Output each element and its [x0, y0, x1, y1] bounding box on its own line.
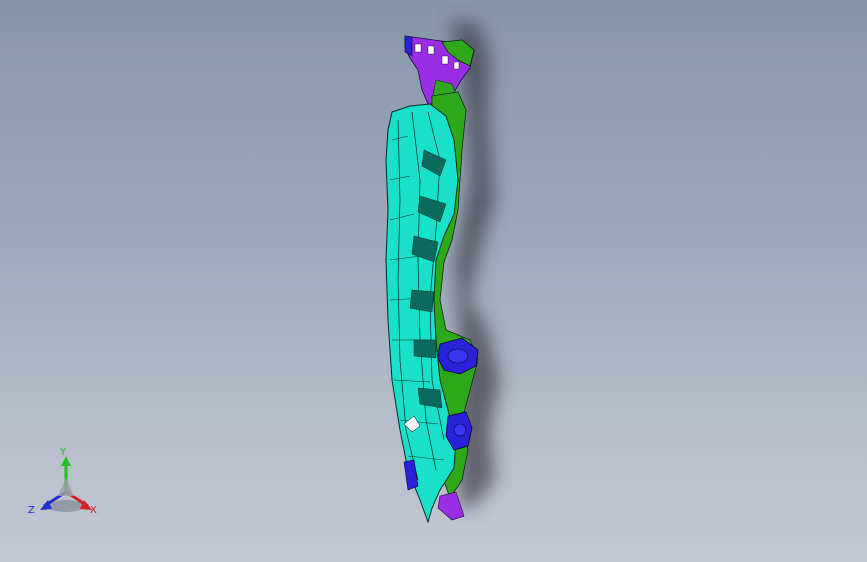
orientation-triad[interactable]: Y Z X	[26, 448, 106, 520]
y-axis-label: Y	[60, 447, 67, 458]
z-axis-label: Z	[28, 505, 35, 516]
x-axis-label: X	[90, 505, 97, 516]
cyan-body	[385, 103, 459, 524]
3d-model-part[interactable]	[0, 0, 867, 562]
graphics-viewport[interactable]: Y Z X	[0, 0, 867, 562]
